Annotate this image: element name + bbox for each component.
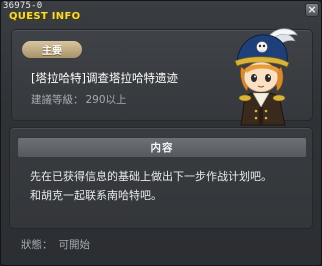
level-label: 建議等級： — [31, 94, 84, 106]
quest-id: 36975-0 — [3, 1, 43, 11]
level-value: 290以上 — [85, 94, 127, 106]
description-header: 内容 — [18, 138, 306, 157]
status-label: 狀態： — [21, 239, 53, 251]
pirate-captain-npc-portrait — [234, 28, 298, 126]
close-button[interactable]: × — [305, 3, 319, 17]
quest-category-badge: 主要 — [22, 41, 82, 58]
quest-recommended-level: 建議等級： 290以上 — [31, 92, 127, 107]
quest-status: 狀態： 可開始 — [21, 237, 90, 252]
description-line: 和胡克一起联系南哈特吧。 — [30, 189, 162, 202]
quest-title: [塔拉哈特]调查塔拉哈特遗迹 — [31, 71, 178, 85]
window-title: QUEST INFO — [9, 11, 81, 22]
description-line: 先在已获得信息的基础上做出下一步作战计划吧。 — [30, 170, 272, 183]
quest-info-window: 36975-0 QUEST INFO × 主要 [塔拉哈特]调查塔拉哈特遗迹 建… — [0, 0, 322, 266]
status-value: 可開始 — [58, 239, 91, 251]
quest-description-panel: 内容 先在已获得信息的基础上做出下一步作战计划吧。 和胡克一起联系南哈特吧。 — [9, 127, 313, 229]
